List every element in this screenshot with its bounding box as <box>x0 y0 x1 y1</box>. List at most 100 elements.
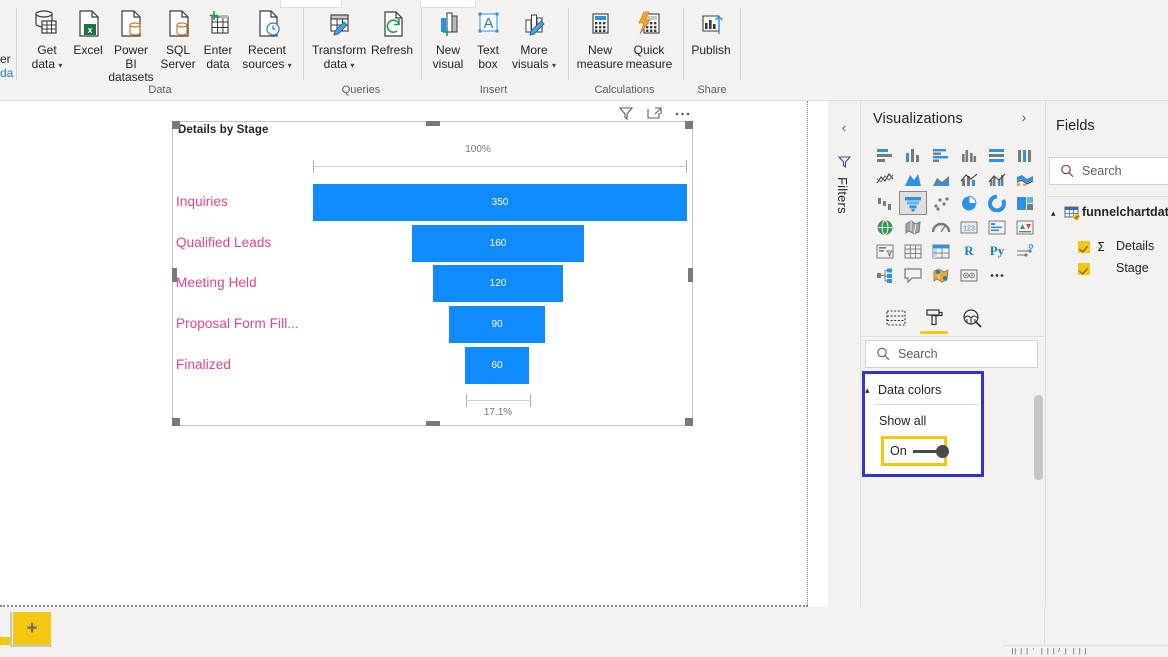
funnel-bar-0[interactable]: 350 <box>313 184 687 221</box>
ribbon-button-sql-server[interactable]: SQL Server <box>158 6 198 71</box>
tab-format[interactable] <box>917 303 951 334</box>
filters-pane-collapsed[interactable]: ‹ Filters <box>828 101 860 607</box>
funnel-category-label-4[interactable]: Finalized <box>176 357 231 372</box>
pct-stacked-column-chart-icon <box>1015 147 1035 164</box>
funnel-bar-4[interactable]: 60 <box>465 347 529 384</box>
viz-type-kpi[interactable] <box>1011 215 1039 239</box>
resize-handle-nw[interactable] <box>172 121 180 129</box>
ribbon-button-new-visual[interactable]: New visual <box>428 6 468 71</box>
viz-type-python-visual[interactable]: Py <box>983 239 1011 263</box>
viz-type-map[interactable] <box>871 215 899 239</box>
viz-type-funnel-chart[interactable] <box>899 191 927 215</box>
ribbon-button-power-bi-datasets[interactable]: Power BI datasets <box>106 6 156 85</box>
ribbon-button-quick-measure[interactable]: Quick measure <box>621 6 677 71</box>
ribbon-button-text-box[interactable]: A Text box <box>470 6 506 71</box>
focus-mode-icon[interactable] <box>644 104 666 122</box>
viz-type-r-script-visual[interactable]: R <box>955 239 983 263</box>
viz-type-decomposition-tree[interactable] <box>871 263 899 287</box>
chevron-right-icon[interactable]: › <box>1015 109 1033 129</box>
filter-funnel-icon[interactable] <box>836 153 853 175</box>
funnel-category-label-1[interactable]: Qualified Leads <box>176 235 271 250</box>
ribbon-button-enter-data[interactable]: Enter data <box>199 6 237 71</box>
viz-type-waterfall-chart[interactable] <box>871 191 899 215</box>
resize-handle-e[interactable] <box>688 268 693 282</box>
viz-type-donut-chart[interactable] <box>983 191 1011 215</box>
viz-type-line-chart[interactable] <box>871 167 899 191</box>
format-search-input[interactable]: Search <box>865 340 1038 368</box>
field-checkbox[interactable] <box>1078 241 1090 253</box>
resize-handle-sw[interactable] <box>172 418 180 426</box>
chevron-up-icon[interactable]: ▴ <box>865 385 877 395</box>
viz-type-gauge[interactable] <box>927 215 955 239</box>
funnel-category-label-3[interactable]: Proposal Form Fill... <box>176 316 299 331</box>
ribbon-button-excel[interactable]: x Excel <box>70 6 106 58</box>
funnel-category-label-2[interactable]: Meeting Held <box>176 275 257 290</box>
ribbon-button-refresh[interactable]: Refresh <box>369 6 415 58</box>
funnel-bar-1[interactable]: 160 <box>412 225 584 262</box>
viz-type-pie-chart[interactable] <box>955 191 983 215</box>
ribbon-button-publish[interactable]: Publish <box>686 6 736 58</box>
visualizations-pane-header: Visualizations › <box>861 101 1045 139</box>
funnel-bar-3[interactable]: 90 <box>449 306 545 343</box>
resize-handle-w[interactable] <box>172 268 177 282</box>
ribbon-group-label-insert: Insert <box>479 84 508 96</box>
viz-type-paginated-report[interactable] <box>955 263 983 287</box>
fields-item-details[interactable]: Σ Details <box>1046 236 1168 258</box>
viz-type-slicer[interactable] <box>871 239 899 263</box>
viz-type-scatter-chart[interactable] <box>927 191 955 215</box>
viz-type-clustered-column-chart[interactable] <box>955 143 983 167</box>
funnel-chart-visual[interactable]: Details by Stage 100% Inquiries 350 Qual… <box>172 121 693 426</box>
card-123-icon: 123 <box>959 219 979 236</box>
ribbon: er da Data Get data ▾ x Excel Power BI d… <box>0 0 1168 101</box>
ribbon-label-newvisual-1: New <box>435 43 460 57</box>
filter-icon[interactable] <box>616 104 638 122</box>
viz-type-key-influencers[interactable] <box>1011 239 1039 263</box>
more-options-icon[interactable] <box>672 104 694 122</box>
viz-type-matrix[interactable] <box>927 239 955 263</box>
fields-table-funnelchartdata[interactable]: ▴ funnelchartdat <box>1046 202 1168 224</box>
ribbon-button-new-measure[interactable]: New measure <box>572 6 628 71</box>
ribbon-button-recent-sources[interactable]: Recent sources ▾ <box>239 6 295 72</box>
ribbon-button-more-visuals[interactable]: More visuals ▾ <box>506 6 562 72</box>
viz-type-100-stacked-column-chart[interactable] <box>1011 143 1039 167</box>
funnel-bar-2[interactable]: 120 <box>433 265 563 302</box>
viz-type-stacked-area-chart[interactable] <box>927 167 955 191</box>
viz-type-line-and-stacked-column-chart[interactable] <box>955 167 983 191</box>
resize-handle-n[interactable] <box>426 121 440 126</box>
viz-type-ribbon-chart[interactable] <box>1011 167 1039 191</box>
funnel-category-label-0[interactable]: Inquiries <box>176 194 228 209</box>
chevron-up-icon[interactable]: ▴ <box>1051 208 1056 219</box>
ribbon-button-transform-data[interactable]: Transform data ▾ <box>310 6 368 72</box>
viz-type-q-and-a[interactable] <box>899 263 927 287</box>
ribbon-button-get-data[interactable]: Get data ▾ <box>25 6 69 72</box>
viz-type-card[interactable]: 123 <box>955 215 983 239</box>
data-colors-section-header[interactable]: Data colors <box>878 383 941 397</box>
resize-handle-ne[interactable] <box>685 121 693 129</box>
viz-type-table[interactable] <box>899 239 927 263</box>
format-pane-scrollbar-thumb[interactable] <box>1034 395 1043 480</box>
viz-type-100-stacked-bar-chart[interactable] <box>983 143 1011 167</box>
resize-handle-s[interactable] <box>426 421 440 426</box>
viz-type-multi-row-card[interactable] <box>983 215 1011 239</box>
show-all-toggle[interactable]: On <box>881 436 949 466</box>
viz-type-area-chart[interactable] <box>899 167 927 191</box>
add-page-button[interactable]: + <box>13 612 51 645</box>
viz-type-clustered-bar-chart[interactable] <box>927 143 955 167</box>
viz-type-line-and-clustered-column[interactable] <box>983 167 1011 191</box>
viz-type-stacked-bar-chart[interactable] <box>871 143 899 167</box>
tab-analytics[interactable] <box>955 303 989 333</box>
field-checkbox[interactable] <box>1078 263 1090 275</box>
fields-search-input[interactable]: Search <box>1049 157 1168 185</box>
ribbon-label-refresh-1: Refresh <box>371 43 414 57</box>
resize-handle-se[interactable] <box>685 418 693 426</box>
ribbon-clipped-item[interactable]: er da <box>0 0 20 100</box>
viz-type-filled-map[interactable] <box>899 215 927 239</box>
viz-type-arcgis-maps[interactable] <box>927 263 955 287</box>
chevron-left-icon[interactable]: ‹ <box>835 119 853 137</box>
fields-item-stage[interactable]: Stage <box>1046 258 1168 280</box>
viz-type-more-options[interactable] <box>983 263 1011 287</box>
ellipsis-icon <box>987 267 1007 284</box>
viz-type-stacked-column-chart[interactable] <box>899 143 927 167</box>
tab-fields[interactable] <box>879 303 913 333</box>
viz-type-treemap[interactable] <box>1011 191 1039 215</box>
